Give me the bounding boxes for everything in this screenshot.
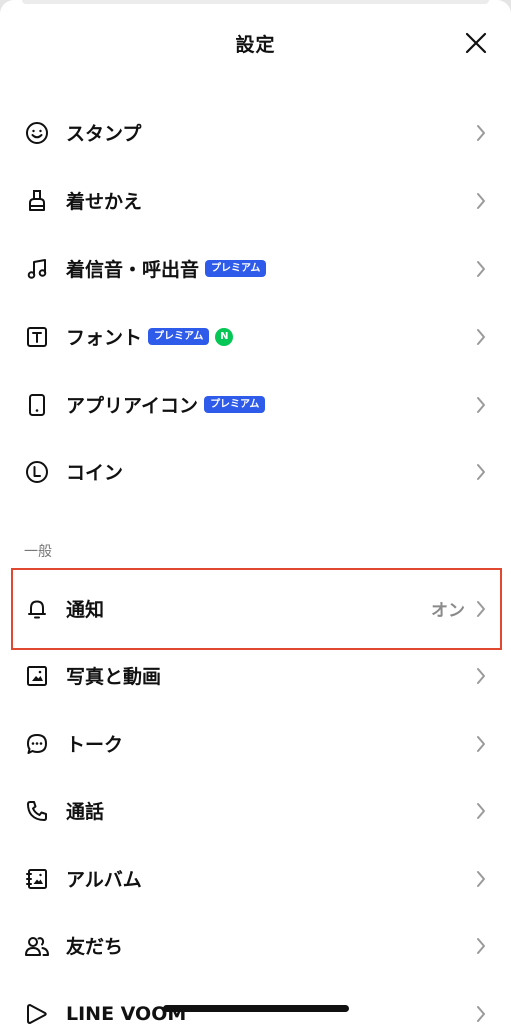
coin-icon — [24, 459, 50, 485]
sheet-top-strip — [22, 0, 489, 4]
row-label-text: フォント — [66, 327, 143, 349]
chevron-right-icon — [475, 936, 487, 956]
row-label: 着せかえ — [66, 191, 143, 213]
close-icon — [465, 32, 487, 54]
photo-icon — [24, 663, 50, 689]
section-title-general: 一般 — [24, 544, 52, 560]
chevron-right-icon — [475, 869, 487, 889]
chevron-right-icon — [475, 1004, 487, 1024]
row-friends[interactable]: 友だち — [0, 912, 511, 979]
row-coin[interactable]: コイン — [0, 438, 511, 505]
row-label: 友だち — [66, 936, 124, 958]
row-label: アルバム — [66, 869, 142, 891]
row-line-voom[interactable]: LINE VOOM — [0, 980, 511, 1024]
page-title: 設定 — [235, 34, 276, 56]
highlight-annotation — [11, 568, 502, 650]
row-theme[interactable]: 着せかえ — [0, 167, 511, 234]
row-label: 通話 — [66, 801, 105, 823]
row-label-text: アプリアイコン — [66, 395, 199, 417]
chat-bubble-icon — [24, 731, 50, 757]
premium-badge: プレミアム — [204, 396, 266, 413]
chevron-right-icon — [475, 462, 487, 482]
header: 設定 — [0, 22, 511, 64]
row-label-text: 着信音・呼出音 — [66, 259, 200, 281]
premium-badge: プレミアム — [205, 260, 267, 277]
home-indicator[interactable] — [163, 1005, 349, 1012]
chevron-right-icon — [475, 666, 487, 686]
new-badge: N — [215, 327, 234, 346]
close-button[interactable] — [461, 28, 491, 58]
row-font[interactable]: フォント プレミアム N — [0, 303, 511, 370]
music-note-icon — [24, 256, 50, 282]
phone-call-icon — [24, 798, 50, 824]
premium-badge: プレミアム — [148, 328, 210, 345]
voom-icon — [24, 1001, 50, 1024]
settings-sheet: 設定 スタンプ 着せかえ 着信音・呼出音 プレミアム フォント プレミアム N … — [0, 0, 511, 1024]
row-label: フォント プレミアム N — [66, 323, 234, 350]
chevron-right-icon — [475, 191, 487, 211]
row-label: アプリアイコン プレミアム — [66, 391, 266, 418]
row-ringtone[interactable]: 着信音・呼出音 プレミアム — [0, 235, 511, 302]
row-albums[interactable]: アルバム — [0, 845, 511, 912]
chevron-right-icon — [475, 801, 487, 821]
smiley-icon — [24, 120, 50, 146]
album-icon — [24, 866, 50, 892]
row-label: コイン — [66, 462, 124, 484]
row-stamp[interactable]: スタンプ — [0, 99, 511, 166]
chevron-right-icon — [475, 123, 487, 143]
row-app-icon[interactable]: アプリアイコン プレミアム — [0, 371, 511, 438]
friends-icon — [24, 933, 50, 959]
phone-icon — [24, 392, 50, 418]
row-label: スタンプ — [66, 123, 142, 145]
row-label: 写真と動画 — [66, 666, 162, 688]
chevron-right-icon — [475, 259, 487, 279]
chevron-right-icon — [475, 734, 487, 754]
row-label: トーク — [66, 734, 124, 756]
row-label: 着信音・呼出音 プレミアム — [66, 255, 267, 282]
font-t-icon — [24, 324, 50, 350]
chevron-right-icon — [475, 395, 487, 415]
chevron-right-icon — [475, 327, 487, 347]
brush-icon — [24, 188, 50, 214]
row-photos-videos[interactable]: 写真と動画 — [0, 642, 511, 709]
row-calls[interactable]: 通話 — [0, 777, 511, 844]
row-chats[interactable]: トーク — [0, 710, 511, 777]
